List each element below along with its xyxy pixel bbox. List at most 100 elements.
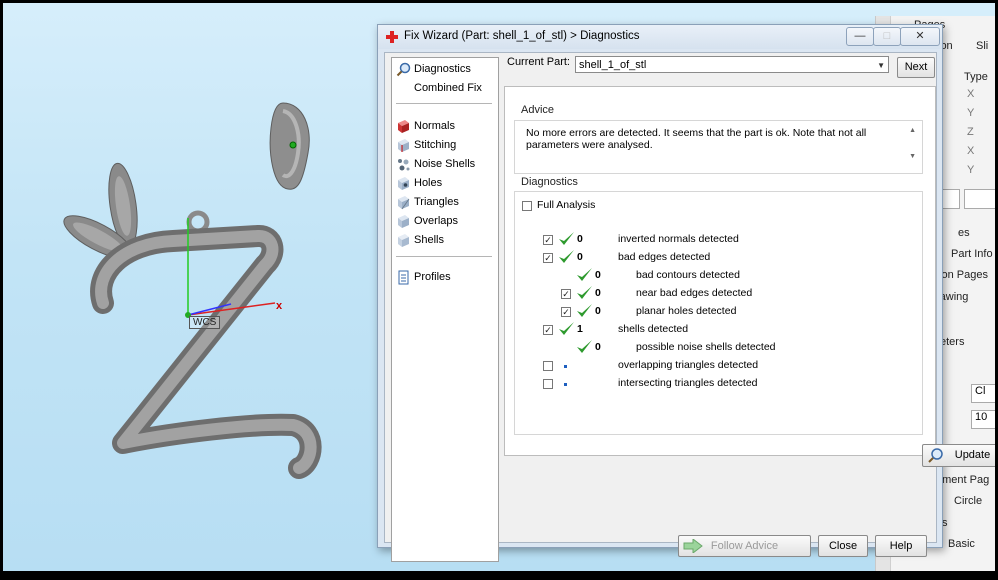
scroll-down-icon[interactable]: ▼ [909, 153, 916, 160]
maximize-button[interactable]: □ [873, 27, 901, 46]
green-check-icon [577, 340, 592, 353]
fix-wizard-dialog: Fix Wizard (Part: shell_1_of_stl) > Diag… [377, 24, 995, 562]
coord-x-label: X [967, 88, 975, 100]
normals-cube-icon [398, 119, 409, 133]
profiles-document-icon [398, 270, 409, 285]
nav-item-overlaps[interactable]: Overlaps [396, 213, 458, 230]
advice-text: No more errors are detected. It seems th… [526, 127, 867, 151]
noise-shells-icon [398, 158, 410, 171]
nav-label: Stitching [414, 139, 457, 151]
dialog-title: Fix Wizard (Part: shell_1_of_stl) > Diag… [404, 30, 640, 42]
diagnostics-group-title: Diagnostics [521, 176, 578, 188]
coord-x2-label: X [967, 145, 975, 157]
diagnostic-label: near bad edges detected [636, 287, 753, 299]
nav-label: Normals [414, 120, 455, 132]
coord-y2-label: Y [967, 164, 975, 176]
diagnostic-label: bad edges detected [618, 251, 711, 263]
green-check-icon [577, 286, 592, 299]
nav-item-diagnostics[interactable]: Diagnostics [396, 61, 471, 78]
nav-label: Profiles [414, 271, 451, 283]
diagnostics-list: Full Analysis ✓ 0 inverted normals detecte… [514, 191, 923, 435]
nav-label: Noise Shells [414, 158, 476, 170]
dialog-titlebar[interactable]: Fix Wizard (Part: shell_1_of_stl) > Diag… [378, 25, 942, 49]
coord-z-label: Z [967, 126, 974, 138]
x-axis-label: x [276, 300, 283, 312]
current-part-select[interactable]: shell_1_of_stl ▼ [575, 56, 889, 73]
shells-cube-icon [398, 233, 409, 247]
diagnostic-count: 0 [577, 233, 583, 245]
nav-item-stitching[interactable]: Stitching [396, 137, 456, 154]
next-button[interactable]: Next [897, 57, 935, 78]
nav-item-normals[interactable]: Normals [396, 118, 455, 135]
side-field-10[interactable]: 10 [971, 410, 995, 429]
minimize-button[interactable]: — [846, 27, 874, 46]
side-row-parameters: eters [940, 336, 965, 348]
diagnostic-label: inverted normals detected [618, 233, 739, 245]
chevron-down-icon: ▼ [877, 61, 885, 70]
type-column-header: Type [964, 71, 988, 83]
overlaps-cube-icon [398, 214, 409, 228]
nav-item-noise-shells[interactable]: Noise Shells [396, 156, 475, 173]
side-field-cl[interactable]: Cl [971, 384, 995, 403]
diagnostic-label: possible noise shells detected [636, 341, 776, 353]
diagnostic-checkbox[interactable] [543, 379, 553, 389]
side-row-circle[interactable]: Circle [954, 495, 982, 507]
side-row-pages[interactable]: tion Pages [936, 269, 988, 281]
nav-separator [396, 103, 492, 104]
close-button[interactable]: Close [818, 535, 868, 557]
update-label: Update [954, 449, 991, 461]
green-check-icon [559, 232, 574, 245]
green-check-icon [577, 304, 592, 317]
nav-label: Overlaps [414, 215, 459, 227]
dialog-client: Diagnostics Combined Fix Normals Stitchi… [384, 52, 995, 562]
nav-item-combined-fix[interactable]: Combined Fix [414, 80, 482, 97]
close-window-button[interactable]: ✕ [900, 27, 940, 46]
advice-text-box[interactable]: No more errors are detected. It seems th… [514, 120, 923, 174]
diagnostic-checkbox[interactable]: ✓ [561, 307, 571, 317]
red-cross-icon [386, 31, 398, 43]
diagnostic-count: 0 [595, 287, 601, 299]
nav-label: Triangles [414, 196, 459, 208]
scroll-up-icon[interactable]: ▲ [909, 127, 916, 134]
full-analysis-label: Full Analysis [537, 199, 596, 211]
diagnostic-count: 0 [595, 341, 601, 353]
nav-item-shells[interactable]: Shells [396, 232, 444, 249]
diagnostic-label: bad contours detected [636, 269, 740, 281]
coord-y-label: Y [967, 107, 975, 119]
wcs-label: WCS [189, 316, 221, 329]
side-row-element-pages[interactable]: ement Pag [936, 474, 989, 486]
update-button[interactable]: Update [922, 444, 995, 467]
green-check-icon [559, 322, 574, 335]
magnifier-icon [396, 62, 411, 76]
help-button[interactable]: Help [875, 535, 927, 557]
nav-item-holes[interactable]: Holes [396, 175, 442, 192]
side-row-es: es [958, 227, 970, 239]
holes-cube-icon [398, 176, 409, 190]
full-analysis-checkbox[interactable] [522, 201, 532, 211]
nav-label: Diagnostics [414, 63, 471, 75]
nav-item-profiles[interactable]: Profiles [396, 269, 451, 286]
diagnostics-page: Advice No more errors are detected. It s… [504, 86, 995, 467]
side-tab-2[interactable]: Sli [976, 40, 988, 52]
diagnostic-checkbox[interactable]: ✓ [543, 253, 553, 263]
diagnostic-count: 0 [577, 251, 583, 263]
app-frame: WCS x Z X Pages ion Sli Type X Y Z X Y e… [3, 3, 995, 571]
diagnostic-count: 1 [577, 323, 583, 335]
side-row-basic[interactable]: Basic [948, 538, 975, 550]
wizard-nav: Diagnostics Combined Fix Normals Stitchi… [391, 57, 499, 562]
diagnostic-label: overlapping triangles detected [618, 359, 759, 371]
diagnostic-checkbox[interactable]: ✓ [561, 289, 571, 299]
follow-advice-button[interactable]: Follow Advice [678, 535, 811, 557]
nav-label: Holes [414, 177, 443, 189]
nav-item-triangles[interactable]: Triangles [396, 194, 459, 211]
diagnostic-checkbox[interactable] [543, 361, 553, 371]
advice-group-title: Advice [521, 104, 555, 116]
diagnostic-checkbox[interactable]: ✓ [543, 235, 553, 245]
side-row-part-info[interactable]: Part Info [951, 248, 993, 260]
diagnostic-checkbox[interactable]: ✓ [543, 325, 553, 335]
stitching-cube-icon [398, 138, 409, 152]
not-run-dot-icon [564, 365, 567, 368]
current-part-value: shell_1_of_stl [579, 59, 647, 71]
green-check-icon [577, 268, 592, 281]
side-field-2[interactable] [964, 189, 995, 209]
